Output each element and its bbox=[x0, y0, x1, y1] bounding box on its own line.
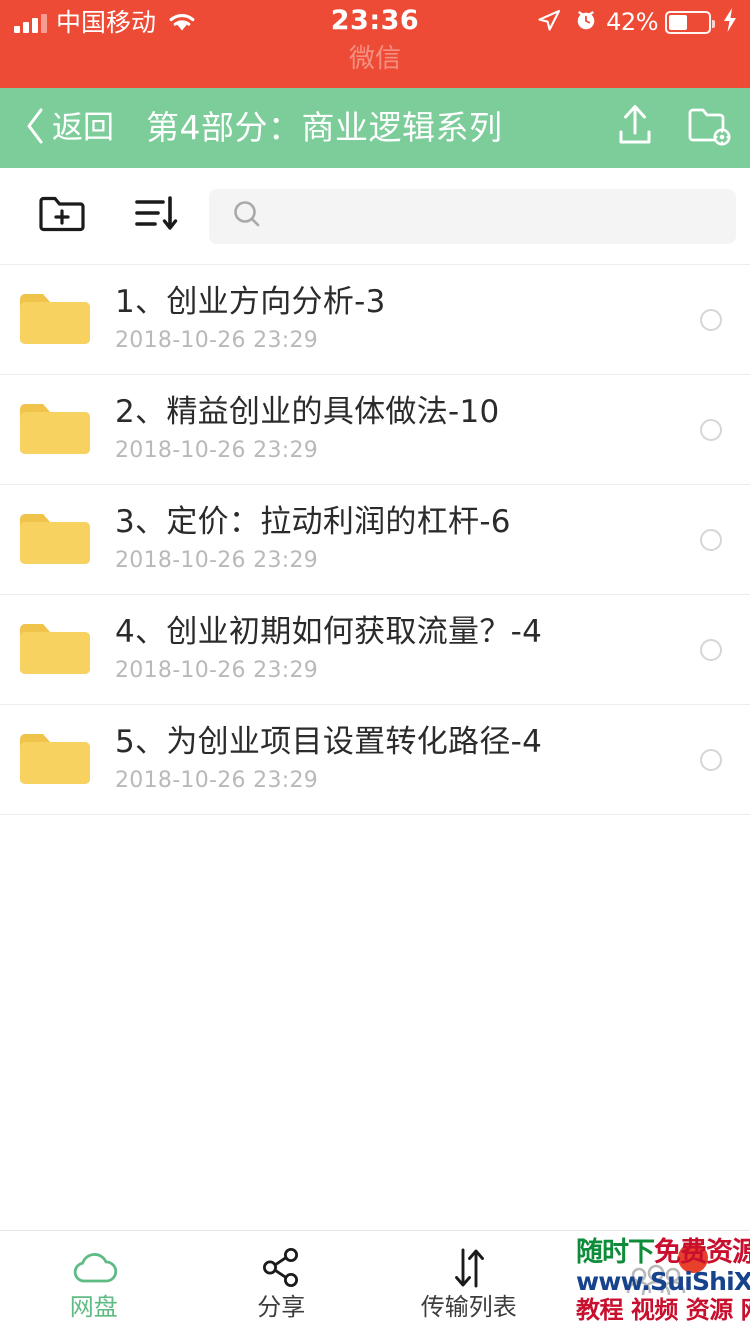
list-toolbar bbox=[0, 168, 750, 265]
tab-transfer-list[interactable]: 传输列表 bbox=[375, 1231, 563, 1334]
page-title: 第4部分：商业逻辑系列 bbox=[146, 108, 503, 147]
location-arrow-icon bbox=[536, 7, 562, 37]
file-date: 2018-10-26 23:29 bbox=[115, 438, 319, 463]
select-checkbox[interactable] bbox=[700, 308, 722, 331]
status-bar-app-name: 微信 bbox=[348, 44, 401, 74]
search-box[interactable] bbox=[209, 189, 736, 244]
upload-icon[interactable] bbox=[612, 101, 658, 155]
back-button-label: 返回 bbox=[52, 110, 114, 146]
status-bar-right: 42% bbox=[536, 6, 738, 38]
folder-settings-icon[interactable] bbox=[684, 101, 732, 155]
select-checkbox[interactable] bbox=[700, 748, 722, 771]
file-list: 1、创业方向分析-3 2018-10-26 23:29 2、精益创业的具体做法-… bbox=[0, 265, 750, 815]
charging-bolt-icon bbox=[722, 7, 738, 37]
table-row[interactable]: 3、定价：拉动利润的杠杆-6 2018-10-26 23:29 bbox=[0, 485, 750, 595]
folder-icon bbox=[17, 505, 93, 575]
bottom-tab-bar: 网盘 分享 传输列表 随时下免费资源 www.SuiShiX 教程 视频 资源 bbox=[0, 1230, 750, 1334]
file-info: 2、精益创业的具体做法-10 2018-10-26 23:29 bbox=[115, 392, 700, 467]
table-row[interactable]: 5、为创业项目设置转化路径-4 2018-10-26 23:29 bbox=[0, 705, 750, 815]
transfer-arrows-icon bbox=[447, 1246, 491, 1290]
select-checkbox[interactable] bbox=[700, 528, 722, 551]
file-date: 2018-10-26 23:29 bbox=[115, 328, 319, 353]
select-checkbox[interactable] bbox=[700, 418, 722, 441]
table-row[interactable]: 1、创业方向分析-3 2018-10-26 23:29 bbox=[0, 265, 750, 375]
battery-percent-label: 42% bbox=[606, 8, 658, 36]
file-info: 3、定价：拉动利润的杠杆-6 2018-10-26 23:29 bbox=[115, 502, 700, 577]
nav-bar: 返回 第4部分：商业逻辑系列 bbox=[0, 88, 750, 168]
search-icon bbox=[230, 198, 264, 236]
folder-icon bbox=[17, 725, 93, 795]
status-badge bbox=[678, 1243, 709, 1273]
tab-label: 分享 bbox=[257, 1292, 306, 1321]
tab-cloud-disk[interactable]: 网盘 bbox=[0, 1231, 188, 1334]
new-folder-icon[interactable] bbox=[36, 189, 88, 243]
search-input[interactable] bbox=[276, 201, 700, 232]
tab-label: 传输列表 bbox=[420, 1292, 517, 1321]
file-name: 5、为创业项目设置转化路径-4 bbox=[115, 724, 543, 760]
nav-actions bbox=[612, 101, 732, 155]
file-info: 1、创业方向分析-3 2018-10-26 23:29 bbox=[115, 282, 700, 357]
tab-label: 网盘 bbox=[69, 1292, 118, 1321]
sort-icon[interactable] bbox=[130, 190, 182, 242]
file-date: 2018-10-26 23:29 bbox=[115, 658, 319, 683]
back-button[interactable]: 返回 bbox=[24, 107, 114, 149]
file-info: 5、为创业项目设置转化路径-4 2018-10-26 23:29 bbox=[115, 722, 700, 797]
battery-icon bbox=[665, 10, 715, 34]
file-name: 4、创业初期如何获取流量？-4 bbox=[115, 614, 543, 650]
share-icon bbox=[258, 1246, 304, 1290]
cloud-icon bbox=[67, 1246, 121, 1290]
file-info: 4、创业初期如何获取流量？-4 2018-10-26 23:29 bbox=[115, 612, 700, 687]
tab-contacts[interactable] bbox=[563, 1231, 750, 1334]
contacts-icon bbox=[623, 1261, 689, 1305]
chevron-left-icon bbox=[24, 107, 46, 149]
status-bar: 中国移动 23:36 42% 微信 bbox=[0, 0, 750, 88]
folder-icon bbox=[17, 615, 93, 685]
file-date: 2018-10-26 23:29 bbox=[115, 768, 319, 793]
table-row[interactable]: 4、创业初期如何获取流量？-4 2018-10-26 23:29 bbox=[0, 595, 750, 705]
file-name: 1、创业方向分析-3 bbox=[115, 284, 386, 320]
file-name: 2、精益创业的具体做法-10 bbox=[115, 394, 500, 430]
file-date: 2018-10-26 23:29 bbox=[115, 548, 319, 573]
tab-share[interactable]: 分享 bbox=[188, 1231, 376, 1334]
file-name: 3、定价：拉动利润的杠杆-6 bbox=[115, 504, 511, 540]
folder-icon bbox=[17, 285, 93, 355]
select-checkbox[interactable] bbox=[700, 638, 722, 661]
table-row[interactable]: 2、精益创业的具体做法-10 2018-10-26 23:29 bbox=[0, 375, 750, 485]
alarm-clock-icon bbox=[574, 8, 598, 36]
folder-icon bbox=[17, 395, 93, 465]
